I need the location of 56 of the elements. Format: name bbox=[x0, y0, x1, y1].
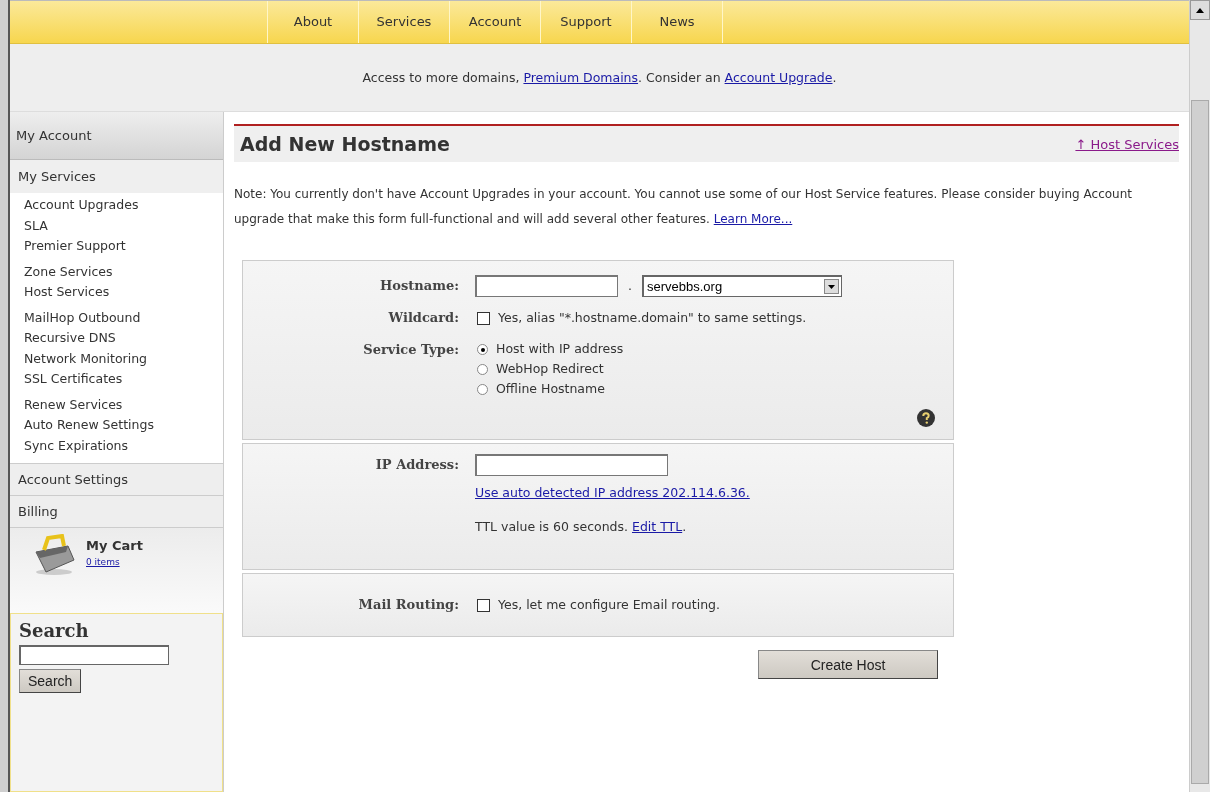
sidebar-item[interactable]: SLA bbox=[24, 215, 223, 236]
nav-link[interactable]: About bbox=[267, 1, 358, 43]
auto-ip-link[interactable]: Use auto detected IP address 202.114.6.36. bbox=[475, 482, 750, 504]
sidebar-item[interactable]: Billing bbox=[10, 495, 223, 527]
cart-title: My Cart bbox=[86, 538, 143, 553]
radio-label: WebHop Redirect bbox=[496, 360, 604, 378]
sidebar-item[interactable]: Recursive DNS bbox=[24, 328, 223, 349]
scroll-up-button[interactable] bbox=[1190, 0, 1210, 20]
separator-text: . bbox=[628, 277, 632, 295]
radio-button[interactable] bbox=[477, 383, 488, 395]
nav-link[interactable]: Support bbox=[540, 1, 631, 43]
help-icon[interactable] bbox=[917, 409, 935, 427]
sidebar-item[interactable]: Premier Support bbox=[24, 236, 223, 257]
sidebar-item[interactable]: Renew Services bbox=[24, 394, 223, 415]
checkbox-label: Yes, alias "*.hostname.domain" to same settings. bbox=[498, 309, 807, 327]
ip-address-field[interactable] bbox=[475, 454, 668, 476]
announcement-text: Access to more domains, Premium Domains. Consider an Account Upgrade. bbox=[362, 70, 837, 85]
page-title: Add New Hostname bbox=[240, 133, 450, 155]
sidebar-item[interactable]: Host Services bbox=[24, 282, 223, 303]
sidebar-item[interactable]: Sync Expirations bbox=[24, 435, 223, 456]
radio-label: Host with IP address bbox=[496, 340, 624, 358]
sidebar-heading[interactable]: My Account bbox=[10, 112, 223, 160]
ttl-text: TTL value is 60 seconds. Edit TTL. bbox=[475, 518, 687, 536]
nav-link[interactable]: Account bbox=[449, 1, 540, 43]
cart-items-link[interactable]: 0 items bbox=[86, 557, 120, 567]
domain-dropdown[interactable]: servebbs.org bbox=[642, 275, 842, 297]
search-button[interactable]: Search bbox=[19, 669, 82, 693]
hostname-field[interactable] bbox=[475, 275, 618, 297]
sidebar-item[interactable]: Auto Renew Settings bbox=[24, 415, 223, 436]
sidebar-item[interactable]: Zone Services bbox=[24, 261, 223, 282]
note-text: Note: You currently don't have Account Upgrades in your account. You cannot use some of our Host Service features. Please consider buying Account upgrade that make this form full-functional and will add several other features. Learn More... bbox=[234, 186, 1133, 228]
nav-link[interactable]: Services bbox=[358, 1, 449, 43]
field-label: Service Type: bbox=[362, 341, 460, 359]
sidebar-item[interactable]: Network Monitoring bbox=[24, 348, 223, 369]
sidebar-item[interactable]: Account Settings bbox=[10, 463, 223, 495]
sidebar-item[interactable]: Account Upgrades bbox=[24, 195, 223, 216]
learn-more-link[interactable]: Learn More... bbox=[713, 212, 793, 226]
checkbox-label: Yes, let me configure Email routing. bbox=[498, 596, 720, 614]
radio-label: Offline Hostname bbox=[496, 380, 605, 398]
search-field[interactable] bbox=[19, 645, 169, 665]
nav-link[interactable]: News bbox=[631, 1, 723, 43]
sidebar-item[interactable]: SSL Certificates bbox=[24, 369, 223, 390]
radio-button[interactable] bbox=[477, 343, 488, 355]
field-label: Mail Routing: bbox=[357, 596, 460, 614]
sidebar-item[interactable]: MailHop Outbound bbox=[24, 307, 223, 328]
radio-button[interactable] bbox=[477, 363, 488, 375]
checkbox[interactable] bbox=[477, 311, 490, 325]
search-title: Search bbox=[19, 620, 89, 641]
checkbox[interactable] bbox=[477, 598, 490, 612]
sidebar-subheading[interactable]: My Services bbox=[10, 160, 223, 193]
field-label: Wildcard: bbox=[387, 309, 460, 327]
up-arrow-icon bbox=[1196, 7, 1204, 13]
field-label: IP Address: bbox=[374, 456, 460, 474]
create-host-button[interactable]: Create Host bbox=[758, 650, 938, 679]
host-services-link[interactable]: ↑ Host Services bbox=[1075, 136, 1179, 152]
field-label: Hostname: bbox=[379, 277, 460, 295]
